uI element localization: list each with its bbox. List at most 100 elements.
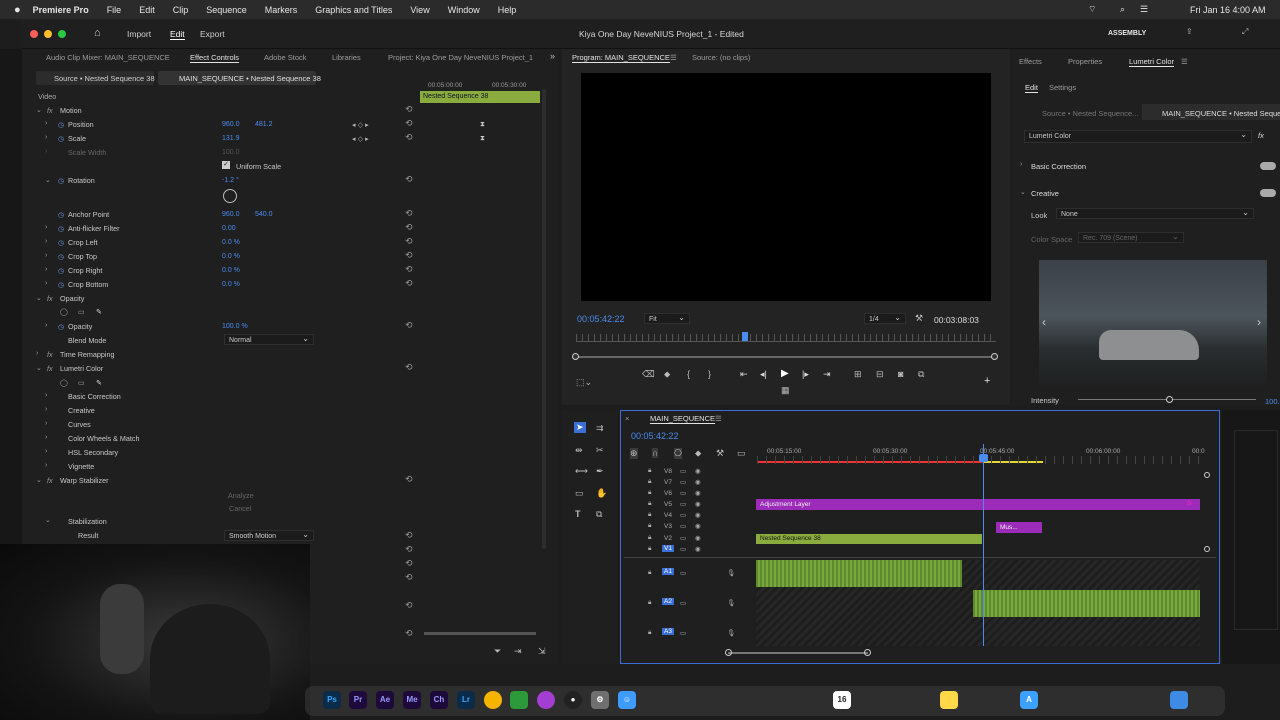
effect-time-remapping[interactable]: Time Remapping [60,350,114,359]
wifi-icon[interactable]: ⌔ [1088,4,1096,15]
export-frame-icon[interactable]: ⇥ [514,646,522,657]
track-eye-icon[interactable]: ◉ [695,500,701,508]
quality-select[interactable]: 1/4 [864,312,906,324]
reset-icon[interactable]: ⟲ [405,572,413,583]
tab-program[interactable]: Program: MAIN_SEQUENCE [572,53,670,63]
stopwatch-icon[interactable]: ◷ [58,134,64,143]
rectangle-tool-icon[interactable]: ▭ [575,488,584,499]
track-v5[interactable]: V5 [664,501,672,508]
track-a1[interactable]: A1 [662,568,674,575]
tab-properties[interactable]: Properties [1068,57,1102,66]
tab-project[interactable]: Project: Kiya One Day NeveNIUS Project_1 [388,53,533,62]
flicker-reset-icon[interactable]: ⟲ [405,222,413,233]
track-v6[interactable]: V6 [664,490,672,497]
home-icon[interactable]: ⌂ [94,27,101,39]
lumetri-source-chip[interactable]: Source • Nested Sequence... [1042,109,1138,118]
motion-reset-icon[interactable]: ⟲ [405,104,413,115]
dock-app-lr[interactable]: Lr [457,691,475,709]
menu-edit[interactable]: Edit [139,5,155,15]
program-playhead[interactable] [742,332,748,341]
dock-app-pr[interactable]: Pr [349,691,367,709]
stopwatch-icon[interactable]: ◷ [58,252,64,261]
settings-wrench-icon[interactable]: ⚒ [915,313,923,324]
stopwatch-icon[interactable]: ◷ [58,210,64,219]
track-v1[interactable]: V1 [662,545,674,552]
track-a2[interactable]: A2 [662,598,674,605]
lift-icon[interactable]: ⌫ [642,369,655,380]
preview-next-icon[interactable]: › [1257,315,1261,329]
crop-left-caret[interactable]: › [45,238,47,245]
tab-audio-clip-mixer[interactable]: Audio Clip Mixer: MAIN_SEQUENCE [46,53,170,62]
add-marker-icon[interactable]: ⬥ [695,448,701,459]
stopwatch-icon[interactable]: ◷ [58,238,64,247]
lumetri-sub-caret[interactable]: › [45,392,47,399]
track-sync-icon[interactable]: ▭ [680,467,686,475]
motion-caret[interactable]: ⌄ [36,106,42,114]
zoom-handle-left[interactable] [572,353,579,360]
preview-prev-icon[interactable]: ‹ [1042,315,1046,329]
timeline-playhead-handle[interactable] [979,454,988,462]
cancel-button[interactable]: Cancel [229,504,251,513]
timeline-close-icon[interactable]: × [625,414,629,423]
dock-app-calendar[interactable]: 16 [833,691,851,709]
add-marker-icon[interactable]: ⬥ [664,369,670,380]
lumetri-caret[interactable]: ⌄ [36,364,42,372]
track-v2[interactable]: V2 [664,535,672,542]
track-sync-icon[interactable]: ▭ [680,478,686,486]
captions-icon[interactable]: ▭ [737,448,746,459]
menu-sequence[interactable]: Sequence [206,5,247,15]
dock-app-finder[interactable]: ☺ [618,691,636,709]
keyframe-icon[interactable]: ⧗ [480,119,485,129]
position-reset-icon[interactable]: ⟲ [405,118,413,129]
time-remap-caret[interactable]: › [36,350,38,357]
add-button-icon[interactable]: + [984,375,990,387]
track-sync-icon[interactable]: ▭ [680,489,686,497]
timeline-h-scroll[interactable] [728,652,868,654]
timeline-v-scroll-bottom[interactable] [1204,546,1210,552]
selection-tool-icon[interactable]: ➤ [574,422,586,433]
track-lock-icon[interactable]: 🔒︎ [648,545,651,553]
track-eye-icon[interactable]: ◉ [695,511,701,519]
dock-app-trash[interactable] [1170,691,1188,709]
ripple-edit-icon[interactable]: ⇹ [575,445,583,456]
flicker-caret[interactable]: › [45,224,47,231]
colorspace-select[interactable]: Rec. 709 (Scene) [1078,231,1184,243]
minimize-window-button[interactable] [44,30,52,38]
tab-effects[interactable]: Effects [1019,57,1042,66]
track-v8[interactable]: V8 [664,468,672,475]
opacity-reset-icon[interactable]: ⟲ [405,320,413,331]
crop-bottom-value[interactable]: 0.0 % [222,281,240,288]
lumetri-sub-caret[interactable]: › [45,420,47,427]
lumetri-wheels[interactable]: Color Wheels & Match [68,434,140,443]
timeline-h-scroll-right[interactable] [864,649,871,656]
look-preview-image[interactable] [1039,260,1267,386]
ellipse-mask-icon[interactable]: ◯ [60,307,68,316]
track-mic-icon[interactable]: 🎙︎ [727,599,735,607]
track-eye-icon[interactable]: ◉ [695,534,701,542]
clip-adjustment-layer[interactable] [756,499,1200,510]
lumetri-target-chip[interactable]: MAIN_SEQUENCE • Nested Seque [1162,109,1280,118]
reset-icon[interactable]: ⟲ [405,544,413,555]
flicker-value[interactable]: 0.00 [222,225,236,232]
track-eye-icon[interactable]: ◉ [695,545,701,553]
track-lock-icon[interactable]: 🔒︎ [648,511,651,519]
effect-lumetri[interactable]: Lumetri Color [60,364,103,373]
opacity-value-caret[interactable]: › [45,322,47,329]
pen-mask-icon[interactable]: ✎ [96,378,102,387]
dock-app-mail[interactable] [940,691,958,709]
reset-icon[interactable]: ⟲ [405,600,413,611]
track-eye-icon[interactable]: ◉ [695,489,701,497]
reset-icon[interactable]: ⟲ [405,558,413,569]
crop-bottom-reset-icon[interactable]: ⟲ [405,278,413,289]
search-icon[interactable]: ⌕ [1120,4,1125,15]
timeline-h-scroll-left[interactable] [725,649,732,656]
app-menu[interactable]: Premiere Pro [33,5,89,15]
dock-app-appstore[interactable]: A [1020,691,1038,709]
crop-top-reset-icon[interactable]: ⟲ [405,250,413,261]
lumetri-creative[interactable]: Creative [68,406,95,415]
crop-right-value[interactable]: 0.0 % [222,267,240,274]
effect-warp-stabilizer[interactable]: Warp Stabilizer [60,476,108,485]
lumetri-vignette[interactable]: Vignette [68,462,94,471]
look-select[interactable]: None [1056,207,1254,219]
opacity-caret[interactable]: ⌄ [36,294,42,302]
